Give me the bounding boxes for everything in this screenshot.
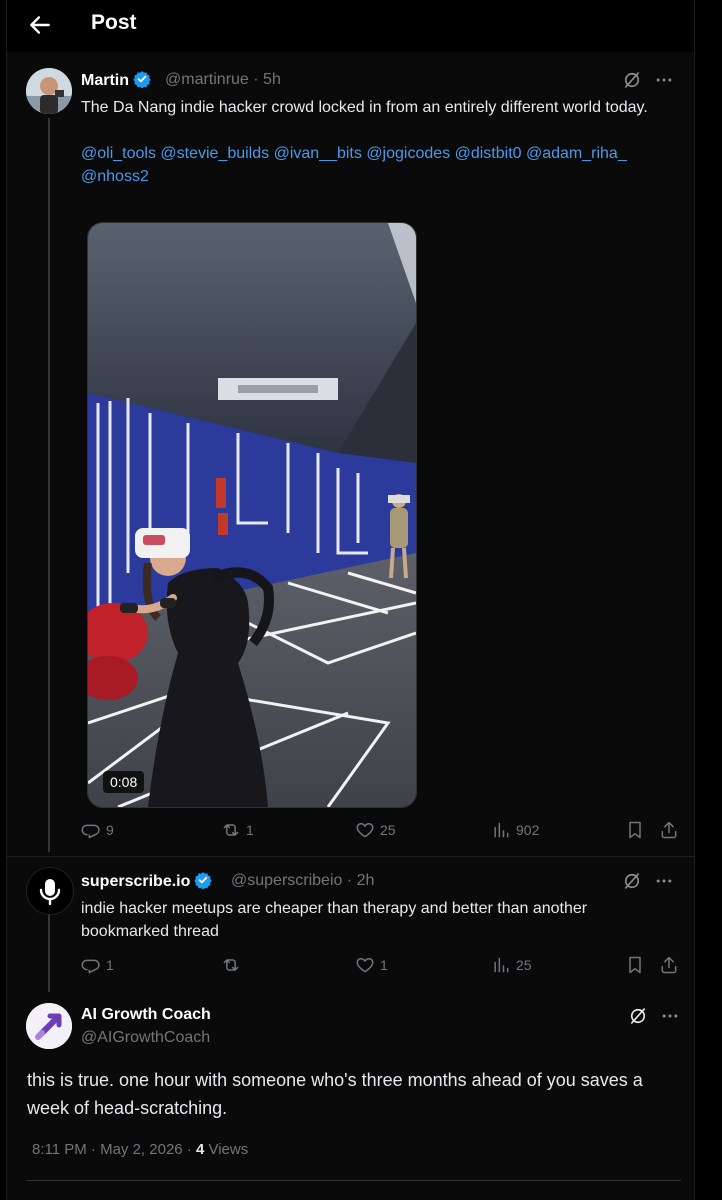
post-text: indie hacker meetups are cheaper than th…: [81, 900, 588, 940]
like-button[interactable]: 25: [355, 820, 396, 840]
author-handle[interactable]: @superscribeio · 2h: [231, 872, 374, 890]
grok-icon[interactable]: [628, 1006, 648, 1026]
grok-icon[interactable]: [622, 871, 642, 891]
verified-badge-icon: [194, 872, 213, 889]
reply-count: 1: [106, 957, 114, 973]
repost-button[interactable]: [221, 955, 246, 975]
repost-button[interactable]: 1: [221, 820, 254, 840]
views-count: 902: [516, 822, 540, 838]
share-icon[interactable]: [659, 955, 679, 975]
reply-count: 9: [106, 822, 114, 838]
divider: [27, 1180, 681, 1181]
more-options-icon[interactable]: [654, 871, 674, 891]
author-handle[interactable]: @martinrue · 5h: [165, 71, 281, 89]
post-actions: 9 1 25 902: [81, 820, 681, 844]
bookmark-icon[interactable]: [625, 955, 645, 975]
video-player[interactable]: 0:08: [87, 222, 417, 808]
share-icon[interactable]: [659, 820, 679, 840]
views-count: 25: [516, 957, 532, 973]
heart-icon: [356, 823, 374, 838]
timestamp-link[interactable]: 8:11 PM · May 2, 2026 ·: [32, 1141, 192, 1158]
post-timestamp: 8:11 PM · May 2, 2026 · 4 Views: [32, 1141, 248, 1158]
header: Post: [7, 0, 694, 52]
page-title: Post: [91, 11, 137, 34]
post-actions: 1 1 25: [81, 955, 681, 979]
author-name[interactable]: superscribe.io: [81, 871, 213, 891]
mentions-line[interactable]: @oli_tools @stevie_builds @ivan__bits @j…: [81, 142, 681, 165]
like-button[interactable]: 1: [355, 955, 388, 975]
post-page: Post Martin @martinrue · 5h The Da Nang …: [6, 0, 695, 1200]
reply-button[interactable]: 1: [81, 955, 114, 975]
verified-badge-icon: [133, 71, 151, 88]
video-thumbnail: [88, 223, 416, 807]
views-button[interactable]: 25: [491, 955, 532, 975]
author-name[interactable]: AI Growth Coach: [81, 1006, 211, 1024]
thread-line: [48, 910, 50, 992]
author-name[interactable]: Martin: [81, 70, 151, 90]
more-options-icon[interactable]: [654, 70, 674, 90]
avatar-ai-growth-coach[interactable]: [26, 1003, 72, 1049]
mentions-line[interactable]: @nhoss2: [81, 165, 681, 188]
divider: [7, 856, 694, 857]
author-handle[interactable]: @AIGrowthCoach: [81, 1029, 210, 1047]
reply-icon: [81, 824, 100, 839]
views-icon: [494, 822, 509, 838]
repost-icon: [223, 959, 239, 971]
like-count: 25: [380, 822, 396, 838]
views-icon: [494, 957, 509, 973]
heart-icon: [356, 958, 374, 973]
focused-post-text: this is true. one hour with someone who'…: [27, 1070, 643, 1118]
bookmark-icon[interactable]: [625, 820, 645, 840]
avatar-superscribe[interactable]: [26, 867, 74, 915]
views-button[interactable]: 902: [491, 820, 539, 840]
grok-icon[interactable]: [622, 70, 642, 90]
thread-line: [48, 118, 50, 852]
repost-count: 1: [246, 822, 254, 838]
video-duration: 0:08: [103, 771, 145, 793]
reply-button[interactable]: 9: [81, 820, 114, 840]
post-text: The Da Nang indie hacker crowd locked in…: [81, 96, 681, 188]
post-time: · 5h: [253, 71, 281, 88]
views-label: Views: [208, 1141, 249, 1158]
post-time: · 2h: [346, 872, 375, 889]
views-count: 4: [195, 1141, 205, 1158]
more-options-icon[interactable]: [660, 1006, 680, 1026]
avatar-martin[interactable]: [26, 68, 72, 114]
repost-icon: [223, 824, 239, 836]
like-count: 1: [380, 957, 388, 973]
reply-icon: [81, 959, 100, 974]
back-arrow-icon[interactable]: [27, 12, 53, 38]
